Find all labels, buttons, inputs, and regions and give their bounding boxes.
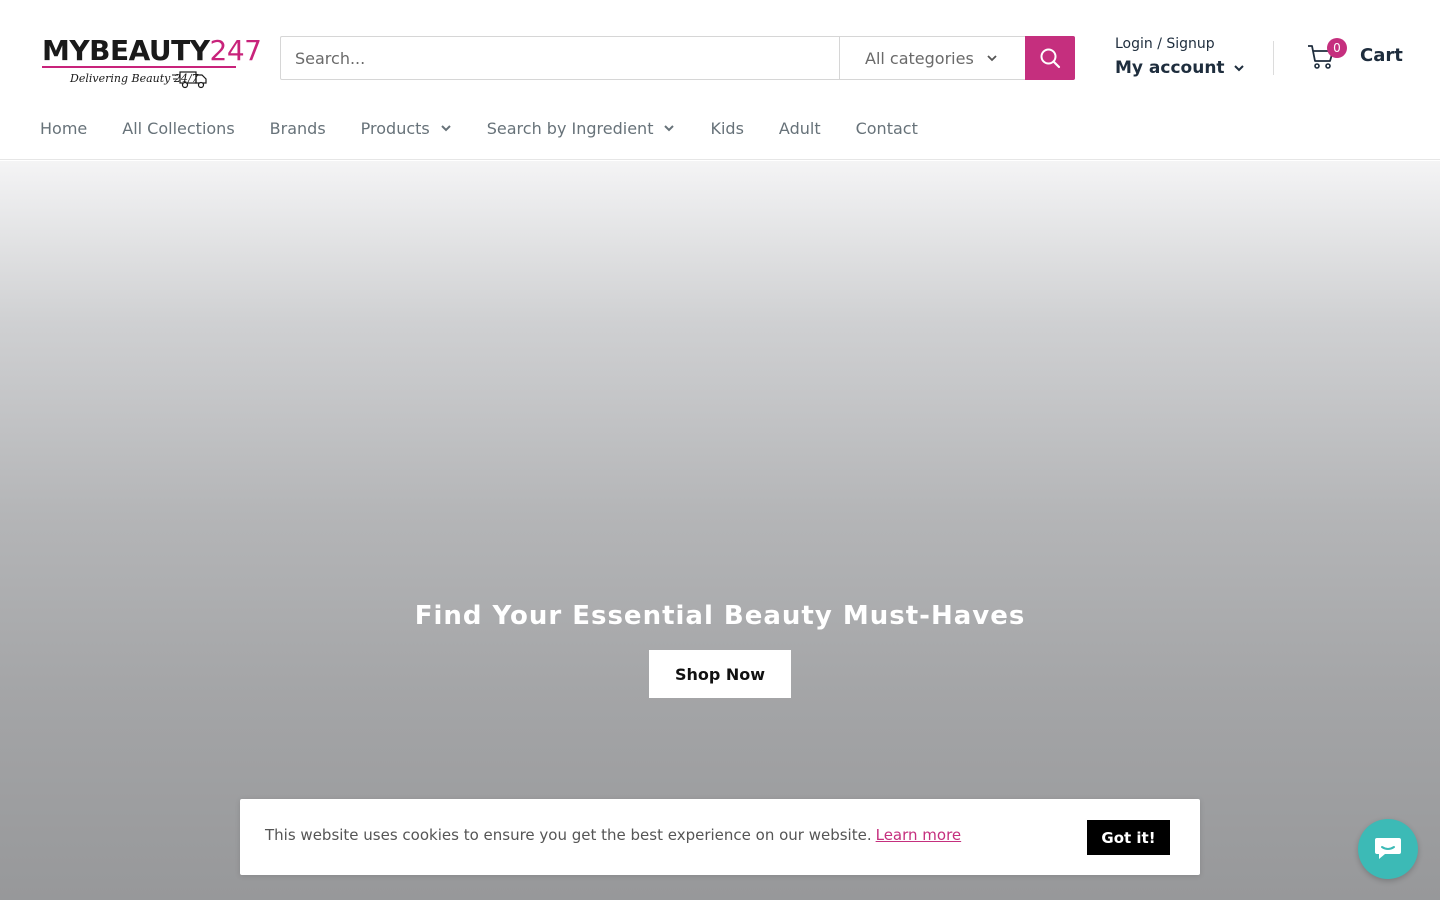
nav-item-label: Kids <box>710 118 744 138</box>
chevron-down-icon <box>1233 65 1244 72</box>
cookie-message-text: This website uses cookies to ensure you … <box>265 826 872 844</box>
nav-item-label: Home <box>40 118 88 138</box>
cookie-accept-button[interactable]: Got it! <box>1087 820 1170 855</box>
chevron-down-icon <box>441 125 451 132</box>
nav-item-home[interactable]: Home <box>40 119 87 138</box>
site-logo[interactable]: MYBEAUTY247 Delivering Beauty 24/7 <box>40 32 262 90</box>
cart-count-badge: 0 <box>1327 38 1347 58</box>
account-menu: Login / Signup My account <box>1115 34 1255 80</box>
nav-item-kids[interactable]: Kids <box>710 119 743 138</box>
learn-more-link[interactable]: Learn more <box>876 826 962 844</box>
search-icon <box>1040 48 1061 69</box>
search-button[interactable] <box>1025 36 1075 80</box>
nav-item-products[interactable]: Products <box>361 119 452 138</box>
nav-item-label: Brands <box>269 118 326 138</box>
logo-wordmark: MYBEAUTY247 <box>42 34 262 68</box>
nav-item-label: Adult <box>778 118 821 138</box>
shop-now-button[interactable]: Shop Now <box>649 650 791 698</box>
chat-button[interactable] <box>1358 819 1418 879</box>
nav-item-search-by-ingredient[interactable]: Search by Ingredient <box>487 119 676 138</box>
search-bar: All categories <box>280 36 1075 80</box>
logo-brand-number: 247 <box>209 34 262 67</box>
nav-item-label: Search by Ingredient <box>486 118 654 138</box>
site-header: MYBEAUTY247 Delivering Beauty 24/7 All c… <box>0 0 1440 160</box>
nav-item-contact[interactable]: Contact <box>856 119 918 138</box>
chevron-down-icon <box>664 125 675 132</box>
nav-item-label: Contact <box>855 118 918 138</box>
nav-item-brands[interactable]: Brands <box>270 119 326 138</box>
nav-item-label: Products <box>360 118 430 138</box>
header-divider <box>1273 41 1274 75</box>
logo-underline <box>42 66 236 68</box>
hero-title: Find Your Essential Beauty Must-Haves <box>414 601 1026 631</box>
logo-brand-main: MYBEAUTY <box>42 34 210 67</box>
cart-label: Cart <box>1360 45 1403 66</box>
category-select[interactable]: All categories <box>839 37 1026 79</box>
chat-bubble-icon <box>1375 838 1401 859</box>
delivery-truck-icon <box>172 71 207 89</box>
login-signup-link[interactable]: Login / Signup <box>1115 34 1255 54</box>
my-account-dropdown[interactable]: My account <box>1115 56 1255 80</box>
nav-item-adult[interactable]: Adult <box>779 119 821 138</box>
main-nav: Home All Collections Brands Products Sea… <box>40 114 953 142</box>
category-select-value: All categories <box>865 48 974 68</box>
hero-banner: Find Your Essential Beauty Must-Haves Sh… <box>0 161 1440 900</box>
my-account-label: My account <box>1115 58 1225 78</box>
cookie-banner: This website uses cookies to ensure you … <box>240 799 1200 875</box>
search-input[interactable] <box>281 37 839 79</box>
nav-item-all-collections[interactable]: All Collections <box>122 119 234 138</box>
cookie-message: This website uses cookies to ensure you … <box>265 826 961 844</box>
cart-button[interactable]: 0 Cart <box>1307 38 1407 76</box>
chevron-down-icon <box>987 55 997 62</box>
nav-item-label: All Collections <box>122 118 235 138</box>
